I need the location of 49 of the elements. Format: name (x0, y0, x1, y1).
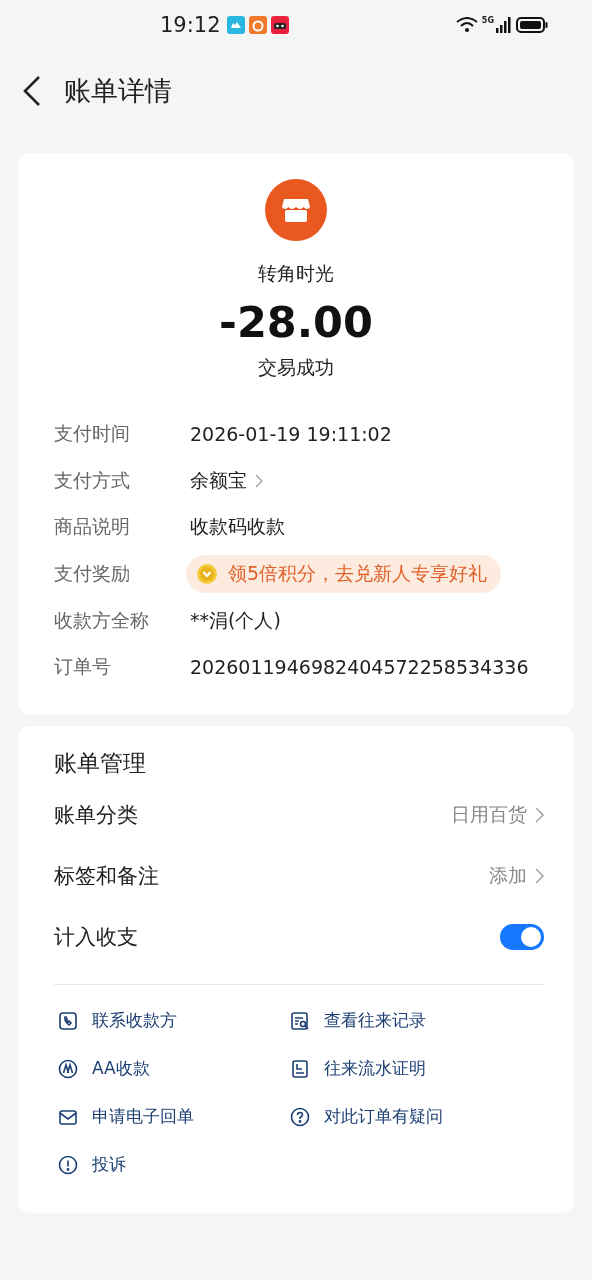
detail-label: 商品说明 (54, 514, 131, 540)
detail-label: 订单号 (54, 654, 112, 680)
amount: -28.00 (219, 297, 373, 347)
status-time: 19:12 (160, 13, 221, 37)
detail-label: 支付奖励 (54, 561, 131, 587)
detail-label: 收款方全称 (54, 607, 150, 633)
action-link[interactable]: 投诉 (92, 1153, 126, 1177)
signal-icon (496, 17, 512, 33)
action-link[interactable]: 查看往来记录 (324, 1009, 426, 1033)
setting-label: 账单分类 (54, 802, 138, 830)
setting-value[interactable]: 日用百货 (451, 802, 527, 829)
detail-value: 收款码收款 (190, 514, 285, 540)
setting-label: 计入收支 (54, 924, 138, 952)
transaction-status: 交易成功 (258, 355, 334, 380)
phone-icon (58, 1010, 78, 1031)
app-notification-icon (248, 16, 267, 34)
coin-icon (196, 563, 218, 586)
warning-icon (58, 1154, 78, 1175)
action-link[interactable]: 联系收款方 (92, 1009, 177, 1033)
detail-label: 支付时间 (54, 421, 131, 447)
back-icon[interactable] (22, 75, 42, 107)
section-title: 账单管理 (54, 748, 147, 778)
wifi-icon (455, 17, 478, 33)
network-label: 5G (481, 16, 494, 25)
detail-value: 2026011946982404572258534336 (190, 656, 529, 679)
toggle-switch[interactable] (500, 924, 544, 951)
action-link[interactable]: 申请电子回单 (92, 1105, 194, 1129)
detail-value: 2026-01-19 19:11:02 (190, 423, 392, 446)
document-search-icon (290, 1010, 310, 1031)
chevron-right-icon (535, 807, 544, 824)
chevron-right-icon (255, 473, 263, 488)
detail-value: **涓(个人) (190, 607, 281, 633)
shop-icon (265, 179, 327, 241)
detail-label: 支付方式 (54, 467, 131, 493)
action-link[interactable]: AA收款 (92, 1057, 150, 1081)
app-notification-icon (270, 16, 289, 34)
app-notification-icon (226, 16, 245, 34)
merchant-name: 转角时光 (258, 261, 334, 286)
detail-link[interactable]: 余额宝 (190, 467, 247, 494)
chevron-right-icon (535, 868, 544, 885)
action-link[interactable]: 往来流水证明 (324, 1057, 426, 1081)
action-link[interactable]: 对此订单有疑问 (324, 1105, 443, 1129)
battery-icon (516, 17, 548, 33)
help-icon (290, 1106, 310, 1127)
aa-icon (58, 1058, 78, 1079)
setting-label: 标签和备注 (54, 863, 159, 891)
setting-value[interactable]: 添加 (489, 863, 527, 890)
document-icon (290, 1058, 310, 1079)
page-title: 账单详情 (64, 74, 172, 108)
